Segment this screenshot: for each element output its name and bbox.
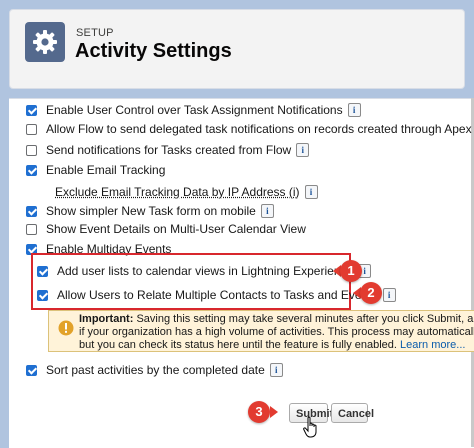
info-icon[interactable]: i [261, 204, 274, 218]
gear-icon [25, 22, 65, 62]
checkbox[interactable] [26, 206, 37, 217]
setting-label: Allow Flow to send delegated task notifi… [46, 122, 472, 136]
setting-label: Enable Email Tracking [46, 163, 165, 177]
setting-row-calendar-user-lists[interactable]: Add user lists to calendar views in Ligh… [37, 262, 371, 280]
info-icon[interactable]: i [383, 288, 396, 302]
warning-icon [58, 320, 74, 336]
setting-row-email-tracking[interactable]: Enable Email Tracking [26, 161, 165, 179]
notice-line-2: if your organization has a high volume o… [79, 326, 474, 339]
setting-row-flow-task-notifications[interactable]: Send notifications for Tasks created fro… [26, 141, 309, 159]
setup-label: SETUP [76, 27, 114, 39]
checkbox[interactable] [26, 145, 37, 156]
notice-text: but you can check its status here until … [79, 339, 397, 351]
setting-row-simpler-task-form[interactable]: Show simpler New Task form on mobile i [26, 202, 274, 220]
checkbox[interactable] [26, 365, 37, 376]
notice-text: Saving this setting may take several min… [136, 313, 474, 325]
hand-cursor-icon [303, 416, 321, 438]
info-icon[interactable]: i [270, 363, 283, 377]
setting-label: Allow Users to Relate Multiple Contacts … [57, 288, 378, 302]
notice-line-1: Important: Saving this setting may take … [79, 313, 474, 326]
checkbox[interactable] [26, 124, 37, 135]
callout-badge-3: 3 [248, 401, 270, 423]
setting-label: Enable User Control over Task Assignment… [46, 103, 343, 117]
page-header: SETUP Activity Settings [9, 9, 465, 89]
info-icon[interactable]: i [348, 103, 361, 117]
checkbox[interactable] [37, 266, 48, 277]
learn-more-link[interactable]: Learn more... [400, 339, 465, 351]
setting-label: Add user lists to calendar views in Ligh… [57, 264, 353, 278]
setting-link[interactable]: Exclude Email Tracking Data by IP Addres… [55, 185, 300, 199]
cancel-button[interactable]: Cancel [331, 403, 368, 423]
setting-label: Send notifications for Tasks created fro… [46, 143, 291, 157]
callout-pointer [270, 406, 278, 418]
setting-label: Show simpler New Task form on mobile [46, 204, 256, 218]
setting-row-event-details-multi-user[interactable]: Show Event Details on Multi-User Calenda… [26, 220, 306, 238]
checkbox[interactable] [37, 290, 48, 301]
setting-row-flow-delegated-notifications[interactable]: Allow Flow to send delegated task notifi… [26, 120, 472, 138]
checkbox[interactable] [26, 165, 37, 176]
setting-row-task-assignment-notifications[interactable]: Enable User Control over Task Assignment… [26, 101, 361, 119]
info-icon[interactable]: i [305, 185, 318, 199]
setting-row-exclude-email-tracking[interactable]: Exclude Email Tracking Data by IP Addres… [55, 183, 318, 201]
checkbox[interactable] [26, 105, 37, 116]
setting-label: Show Event Details on Multi-User Calenda… [46, 222, 306, 236]
callout-badge-1: 1 [340, 260, 362, 282]
notice-line-3: but you can check its status here until … [79, 339, 474, 352]
setting-row-relate-multiple-contacts[interactable]: Allow Users to Relate Multiple Contacts … [37, 286, 396, 304]
setting-label: Sort past activities by the completed da… [46, 363, 265, 377]
callout-badge-2: 2 [360, 282, 382, 304]
warning-notice: Important: Saving this setting may take … [48, 310, 474, 352]
notice-bold: Important: [79, 313, 133, 325]
checkbox[interactable] [26, 224, 37, 235]
info-icon[interactable]: i [296, 143, 309, 157]
setting-row-sort-past-activities[interactable]: Sort past activities by the completed da… [26, 361, 283, 379]
page-title: Activity Settings [75, 40, 232, 63]
